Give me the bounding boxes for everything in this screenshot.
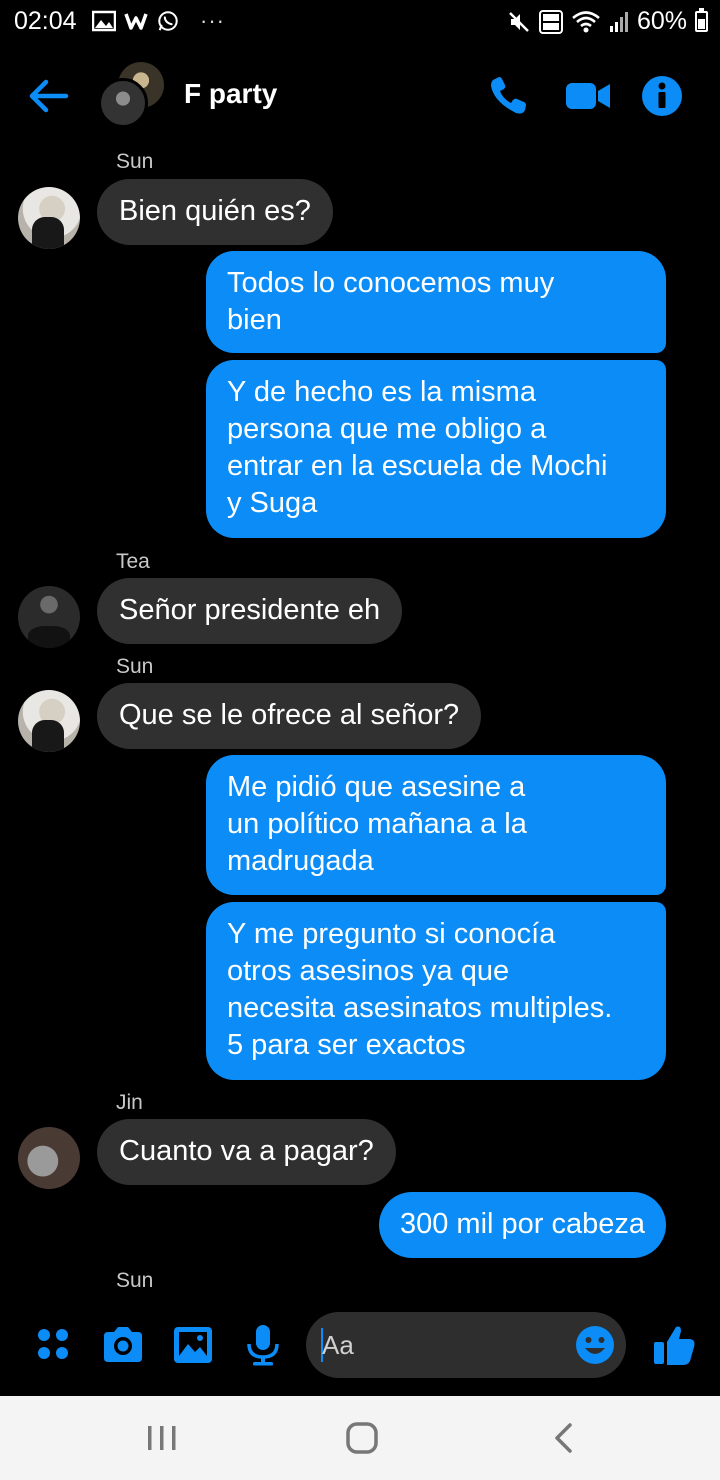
sender-name: Sun: [116, 1269, 154, 1292]
outgoing-message[interactable]: Todos lo conocemos muy bien: [206, 251, 666, 353]
member-avatar: [98, 78, 148, 128]
message-line: necesita asesinatos multiples.: [227, 992, 613, 1024]
mute-icon: [509, 11, 529, 32]
camera-icon[interactable]: [100, 1322, 146, 1368]
wifi-icon: [572, 10, 600, 32]
system-nav-bar: [0, 1396, 720, 1480]
composer-bar: [0, 1308, 720, 1388]
avatar[interactable]: [18, 187, 80, 249]
emoji-icon[interactable]: [574, 1324, 616, 1366]
message-line: Y de hecho es la misma: [227, 376, 536, 408]
recents-icon[interactable]: [142, 1420, 182, 1456]
volte-icon: [538, 9, 563, 34]
signal-icon: [609, 11, 628, 32]
status-bar: 02:04 ··· 60%: [0, 0, 720, 44]
message-line: persona que me obligo a: [227, 413, 547, 445]
message-line: 5 para ser exactos: [227, 1029, 466, 1061]
battery-icon: [695, 8, 708, 32]
battery-percent: 60%: [636, 7, 687, 35]
message-input-box[interactable]: [306, 1312, 626, 1378]
thumbs-up-icon[interactable]: [650, 1322, 698, 1368]
gallery-notification-icon: [92, 10, 116, 32]
message-line: Me pidió que asesine a: [227, 771, 526, 803]
sender-name: Sun: [116, 150, 154, 173]
avatar[interactable]: [18, 586, 80, 648]
microphone-icon[interactable]: [240, 1322, 286, 1368]
notification-icons: ···: [92, 8, 225, 34]
avatar[interactable]: [18, 1127, 80, 1189]
group-avatar[interactable]: [98, 62, 170, 132]
message-line: bien: [227, 304, 282, 336]
avatar[interactable]: [18, 690, 80, 752]
back-icon[interactable]: [544, 1420, 584, 1456]
incoming-message[interactable]: Cuanto va a pagar?: [97, 1119, 396, 1185]
message-line: Todos lo conocemos muy: [227, 267, 555, 299]
home-icon[interactable]: [342, 1420, 382, 1456]
message-line: entrar en la escuela de Mochi: [227, 450, 608, 482]
info-icon[interactable]: [640, 74, 684, 118]
chat-title[interactable]: F party: [184, 78, 277, 110]
video-icon[interactable]: [564, 74, 612, 118]
incoming-message[interactable]: Que se le ofrece al señor?: [97, 683, 482, 749]
gallery-icon[interactable]: [170, 1322, 216, 1368]
incoming-message[interactable]: Señor presidente eh: [97, 578, 403, 644]
whatsapp-notification-icon: [158, 11, 178, 31]
sender-name: Jin: [116, 1091, 143, 1114]
message-input[interactable]: [322, 1325, 572, 1365]
outgoing-message[interactable]: Me pidió que asesine a un político mañan…: [206, 755, 666, 895]
system-status: 60%: [507, 7, 708, 36]
message-line: otros asesinos ya que: [227, 955, 510, 987]
outgoing-message[interactable]: 300 mil por cabeza: [378, 1192, 666, 1258]
message-line: madrugada: [227, 845, 374, 877]
outgoing-message[interactable]: Y me pregunto si conocía otros asesinos …: [206, 902, 666, 1080]
status-time: 02:04: [14, 7, 77, 35]
more-notifications: ···: [200, 8, 225, 33]
phone-icon[interactable]: [486, 74, 530, 118]
outgoing-message[interactable]: Y de hecho es la misma persona que me ob…: [206, 360, 666, 538]
incoming-message[interactable]: Bien quién es?: [97, 179, 333, 245]
apps-icon[interactable]: [32, 1322, 78, 1368]
sender-name: Tea: [116, 550, 150, 573]
sender-name: Sun: [116, 655, 154, 678]
message-line: un político mañana a la: [227, 808, 527, 840]
message-line: Y me pregunto si conocía: [227, 918, 556, 950]
chat-header: F party: [0, 48, 720, 144]
wattpad-notification-icon: [124, 13, 148, 30]
back-arrow-icon[interactable]: [24, 74, 72, 118]
message-line: y Suga: [227, 487, 318, 519]
